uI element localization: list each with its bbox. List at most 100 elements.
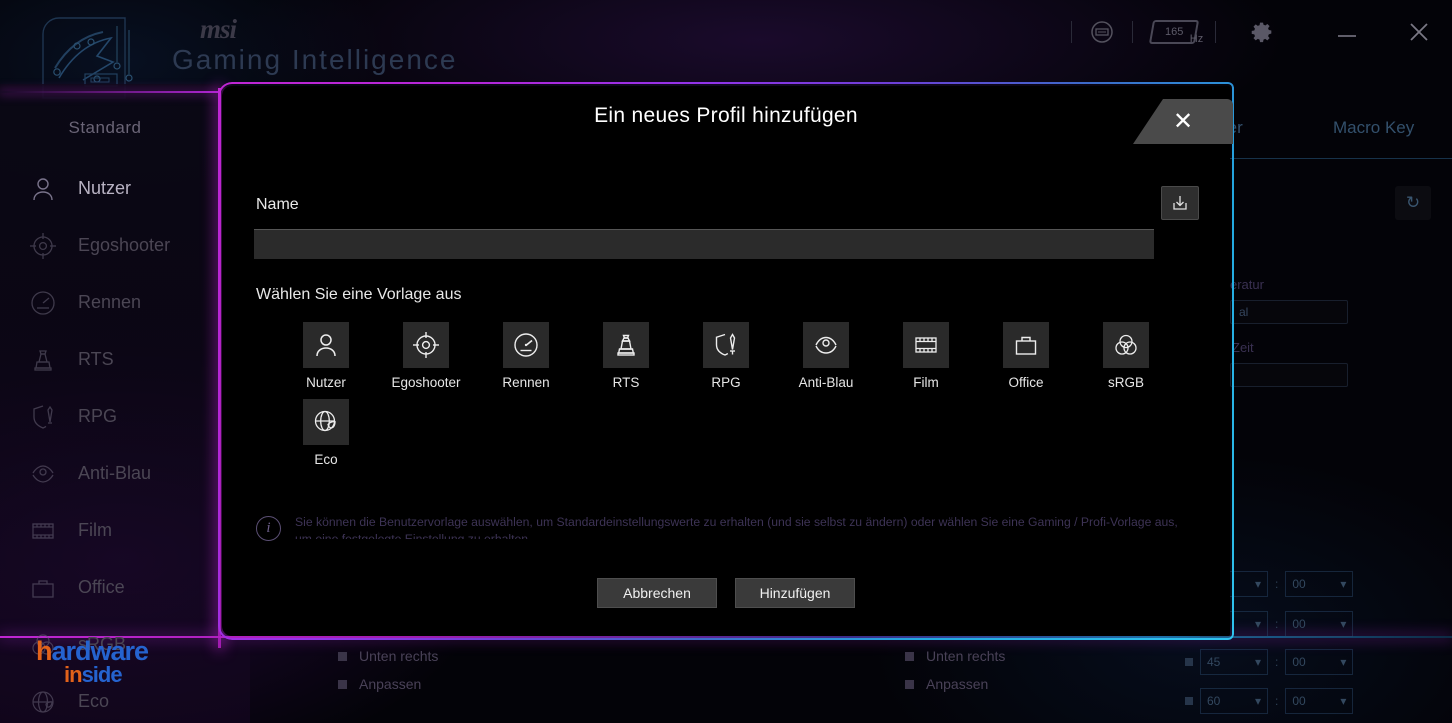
divider bbox=[1215, 21, 1216, 43]
sidebar-item-rts[interactable]: RTS bbox=[0, 331, 250, 388]
gear-icon[interactable] bbox=[1248, 18, 1276, 46]
row-label: Anpassen bbox=[926, 676, 989, 692]
sidebar-item-rpg[interactable]: RPG bbox=[0, 388, 250, 445]
template-label: sRGB bbox=[1107, 375, 1144, 390]
template-label: Rennen bbox=[502, 375, 550, 390]
minutes-select[interactable]: 60 ▾ bbox=[1200, 688, 1268, 714]
crosshair-icon bbox=[403, 322, 449, 368]
template-label: Egoshooter bbox=[391, 375, 461, 390]
monitor-icon[interactable] bbox=[1090, 20, 1114, 44]
template-option-eco[interactable]: Eco bbox=[276, 399, 376, 467]
sidebar-item-label: Anti-Blau bbox=[78, 463, 152, 483]
close-icon[interactable] bbox=[1406, 19, 1432, 45]
background-label-time: Zeit bbox=[1232, 340, 1254, 355]
sidebar-item-label: RTS bbox=[78, 349, 114, 369]
template-option-office[interactable]: Office bbox=[976, 322, 1076, 390]
briefcase-icon bbox=[1003, 322, 1049, 368]
refresh-rate-value: 165 bbox=[1164, 26, 1184, 38]
minutes-select[interactable]: 45 ▾ bbox=[1200, 649, 1268, 675]
add-button[interactable]: Hinzufügen bbox=[735, 578, 855, 608]
film-strip-icon bbox=[28, 516, 58, 546]
background-row-anpassen[interactable]: Anpassen bbox=[338, 676, 421, 692]
panel-top-edge bbox=[0, 91, 220, 93]
sidebar-item-label: Office bbox=[78, 577, 125, 597]
background-field-temperature[interactable]: al bbox=[1230, 300, 1348, 324]
template-option-egoshooter[interactable]: Egoshooter bbox=[376, 322, 476, 390]
info-note: i Sie können die Benutzervorlage auswähl… bbox=[256, 514, 1186, 541]
refresh-rate-badge[interactable]: 165 Hz bbox=[1148, 20, 1203, 45]
template-grid: Nutzer Egoshooter Rennen RTS RPG Anti-Bl… bbox=[276, 322, 1206, 476]
checkbox-icon[interactable] bbox=[338, 651, 347, 661]
import-download-icon bbox=[1170, 193, 1190, 213]
globe-leaf-icon bbox=[28, 687, 58, 717]
info-icon: i bbox=[256, 516, 281, 541]
checkbox-icon[interactable] bbox=[905, 651, 914, 661]
background-field-time[interactable] bbox=[1230, 363, 1348, 387]
colon: : bbox=[1275, 694, 1279, 708]
dialog-title: Ein neues Profil hinzufügen bbox=[594, 104, 858, 127]
template-option-rennen[interactable]: Rennen bbox=[476, 322, 576, 390]
minimize-icon[interactable] bbox=[1334, 19, 1360, 45]
app-window: msi Gaming Intelligence 165 Hz Standard … bbox=[0, 0, 1452, 723]
template-option-anti-blau[interactable]: Anti-Blau bbox=[776, 322, 876, 390]
shield-sword-icon bbox=[28, 402, 58, 432]
seconds-select[interactable]: 00 ▾ bbox=[1285, 571, 1354, 597]
template-label: Eco bbox=[314, 452, 338, 467]
checkbox-icon[interactable] bbox=[905, 679, 914, 689]
background-row-anpassen-2[interactable]: Anpassen bbox=[905, 676, 988, 692]
watermark-side: side bbox=[81, 662, 123, 687]
sidebar-item-office[interactable]: Office bbox=[0, 559, 250, 616]
template-option-rts[interactable]: RTS bbox=[576, 322, 676, 390]
template-option-film[interactable]: Film bbox=[876, 322, 976, 390]
checkbox-icon[interactable] bbox=[338, 679, 347, 689]
seconds-select[interactable]: 00 ▾ bbox=[1285, 688, 1354, 714]
sidebar-item-label: Egoshooter bbox=[78, 235, 171, 255]
reset-icon[interactable]: ↻ bbox=[1395, 186, 1431, 220]
speedometer-icon bbox=[503, 322, 549, 368]
sidebar-item-nutzer[interactable]: Nutzer bbox=[0, 160, 250, 217]
colon: : bbox=[1275, 655, 1279, 669]
sidebar-item-rennen[interactable]: Rennen bbox=[0, 274, 250, 331]
tab-standard[interactable]: Standard bbox=[0, 96, 210, 160]
time-stepper-3[interactable]: 45 ▾ : 00 ▾ bbox=[1185, 649, 1354, 675]
background-tab-macro-key[interactable]: Macro Key bbox=[1333, 118, 1414, 138]
template-label: RTS bbox=[612, 375, 640, 390]
window-controls: 165 Hz bbox=[1071, 18, 1432, 46]
cancel-button[interactable]: Abbrechen bbox=[597, 578, 717, 608]
seconds-select[interactable]: 00 ▾ bbox=[1285, 649, 1354, 675]
briefcase-icon bbox=[28, 573, 58, 603]
template-option-nutzer[interactable]: Nutzer bbox=[276, 322, 376, 390]
watermark-h: h bbox=[36, 636, 52, 666]
film-strip-icon bbox=[903, 322, 949, 368]
seconds-select[interactable]: 00 ▾ bbox=[1285, 611, 1354, 637]
row-label: Anpassen bbox=[359, 676, 422, 692]
bullet-icon bbox=[1185, 697, 1193, 705]
import-profile-button[interactable] bbox=[1161, 186, 1199, 220]
sidebar-item-anti-blau[interactable]: Anti-Blau bbox=[0, 445, 250, 502]
template-label: RPG bbox=[711, 375, 741, 390]
template-option-srgb[interactable]: sRGB bbox=[1076, 322, 1176, 390]
colon: : bbox=[1275, 617, 1279, 631]
eye-icon bbox=[28, 459, 58, 489]
divider bbox=[1132, 21, 1133, 43]
template-option-rpg[interactable]: RPG bbox=[676, 322, 776, 390]
colon: : bbox=[1275, 577, 1279, 591]
sidebar-item-film[interactable]: Film bbox=[0, 502, 250, 559]
watermark-in: in bbox=[64, 662, 83, 687]
template-label: Anti-Blau bbox=[798, 375, 854, 390]
background-row-unten-rechts[interactable]: Unten rechts bbox=[338, 648, 438, 664]
sidebar-item-egoshooter[interactable]: Egoshooter bbox=[0, 217, 250, 274]
dialog-body: Name Wählen Sie eine Vorlage aus Nutzer bbox=[220, 150, 1232, 550]
background-row-unten-rechts-2[interactable]: Unten rechts bbox=[905, 648, 1005, 664]
sidebar-item-label: Nutzer bbox=[78, 178, 132, 198]
globe-leaf-icon bbox=[303, 399, 349, 445]
shield-sword-icon bbox=[703, 322, 749, 368]
sidebar-item-label: RPG bbox=[78, 406, 118, 426]
name-label: Name bbox=[256, 196, 299, 213]
dialog-actions: Abbrechen Hinzufügen bbox=[220, 578, 1232, 608]
time-stepper-4[interactable]: 60 ▾ : 00 ▾ bbox=[1185, 688, 1354, 714]
row-label: Unten rechts bbox=[359, 648, 439, 664]
crosshair-icon bbox=[28, 231, 58, 261]
speedometer-icon bbox=[28, 288, 58, 318]
name-input[interactable] bbox=[254, 229, 1154, 259]
